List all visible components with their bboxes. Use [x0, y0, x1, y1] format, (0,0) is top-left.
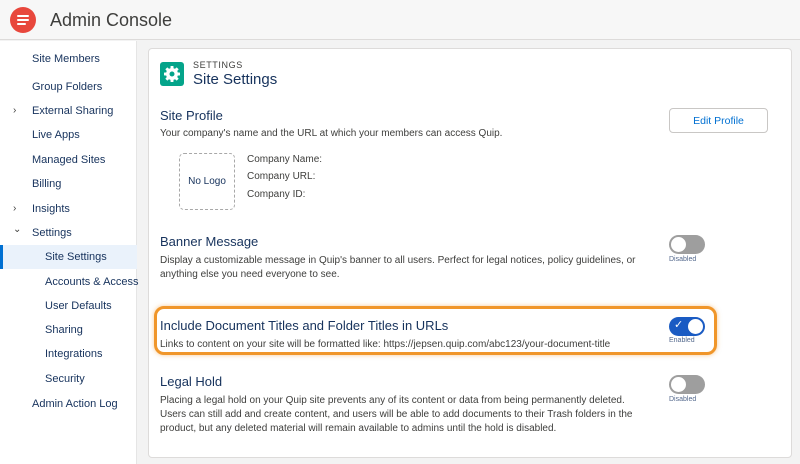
- sidebar-item-integrations[interactable]: Integrations: [0, 342, 137, 366]
- sidebar-item-label: Insights: [32, 203, 70, 215]
- sidebar-item-label: Integrations: [45, 348, 103, 360]
- sidebar-item-site-members[interactable]: Site Members: [0, 47, 137, 71]
- quip-logo-icon[interactable]: [10, 7, 36, 33]
- company-id-label: Company ID:: [247, 189, 306, 200]
- page-eyebrow: SETTINGS: [193, 60, 243, 70]
- app-title: Admin Console: [50, 10, 173, 30]
- sidebar-item-live-apps[interactable]: Live Apps: [0, 123, 137, 147]
- page-title: Site Settings: [193, 71, 278, 88]
- sidebar-item-label: Site Members: [32, 53, 100, 65]
- sidebar-item-label: Group Folders: [32, 81, 103, 93]
- sidebar-item-label: User Defaults: [45, 300, 112, 312]
- toggle-knob: [671, 377, 686, 392]
- sidebar-item-admin-action-log[interactable]: Admin Action Log: [0, 392, 137, 416]
- settings-panel: SETTINGS Site Settings Site Profile Your…: [148, 48, 792, 458]
- sidebar-item-group-folders[interactable]: Group Folders: [0, 75, 137, 99]
- include-titles-description: Links to content on your site will be fo…: [160, 339, 611, 350]
- banner-message-description: Display a customizable message in Quip's…: [160, 255, 636, 280]
- edit-profile-button[interactable]: Edit Profile: [669, 108, 768, 133]
- legal-hold-title: Legal Hold: [160, 374, 223, 389]
- legal-hold-toggle-state: Disabled: [669, 396, 697, 403]
- include-titles-toggle-state: Enabled: [669, 337, 695, 344]
- sidebar-item-label: Settings: [32, 227, 72, 239]
- banner-message-toggle[interactable]: [669, 235, 705, 254]
- sidebar-item-insights[interactable]: › Insights: [0, 197, 137, 221]
- settings-icon-badge: [160, 62, 184, 86]
- sidebar-item-settings[interactable]: ⌄ Settings: [0, 221, 137, 245]
- sidebar-item-label: Live Apps: [32, 129, 80, 141]
- sidebar-item-accounts-access[interactable]: Accounts & Access: [0, 270, 139, 294]
- include-titles-title: Include Document Titles and Folder Title…: [160, 318, 449, 333]
- toggle-knob: [671, 237, 686, 252]
- chevron-down-icon[interactable]: ⌄: [13, 224, 21, 235]
- company-url-label: Company URL:: [247, 171, 316, 182]
- chevron-right-icon[interactable]: ›: [13, 105, 16, 116]
- sidebar-item-billing[interactable]: Billing: [0, 172, 137, 196]
- chevron-right-icon[interactable]: ›: [13, 203, 16, 214]
- banner-message-title: Banner Message: [160, 234, 259, 249]
- sidebar: Site Members Group Folders › External Sh…: [0, 41, 139, 464]
- sidebar-item-label: Security: [45, 373, 85, 385]
- gear-icon: [164, 66, 180, 82]
- banner-message-toggle-state: Disabled: [669, 256, 697, 263]
- sidebar-item-label: Accounts & Access: [45, 276, 139, 288]
- legal-hold-description: Placing a legal hold on your Quip site p…: [160, 395, 633, 434]
- sidebar-item-label: Site Settings: [45, 251, 107, 263]
- sidebar-item-label: Sharing: [45, 324, 83, 336]
- toggle-knob: [688, 319, 703, 334]
- top-bar: Admin Console: [0, 0, 800, 40]
- sidebar-item-label: External Sharing: [32, 105, 114, 117]
- logo-placeholder[interactable]: No Logo: [179, 153, 235, 210]
- sidebar-item-label: Billing: [32, 178, 62, 190]
- sidebar-item-label: Admin Action Log: [32, 398, 118, 410]
- site-profile-description: Your company's name and the URL at which…: [160, 128, 503, 139]
- legal-hold-toggle[interactable]: [669, 375, 705, 394]
- sidebar-item-site-settings[interactable]: Site Settings: [0, 245, 137, 269]
- sidebar-item-label: Managed Sites: [32, 154, 106, 166]
- sidebar-item-security[interactable]: Security: [0, 367, 137, 391]
- sidebar-item-sharing[interactable]: Sharing: [0, 318, 137, 342]
- company-name-label: Company Name:: [247, 154, 323, 165]
- include-titles-toggle[interactable]: ✓: [669, 317, 705, 336]
- sidebar-item-user-defaults[interactable]: User Defaults: [0, 294, 137, 318]
- sidebar-item-external-sharing[interactable]: › External Sharing: [0, 99, 137, 123]
- sidebar-item-managed-sites[interactable]: Managed Sites: [0, 148, 137, 172]
- site-profile-title: Site Profile: [160, 108, 223, 123]
- checkmark-icon: ✓: [674, 319, 684, 331]
